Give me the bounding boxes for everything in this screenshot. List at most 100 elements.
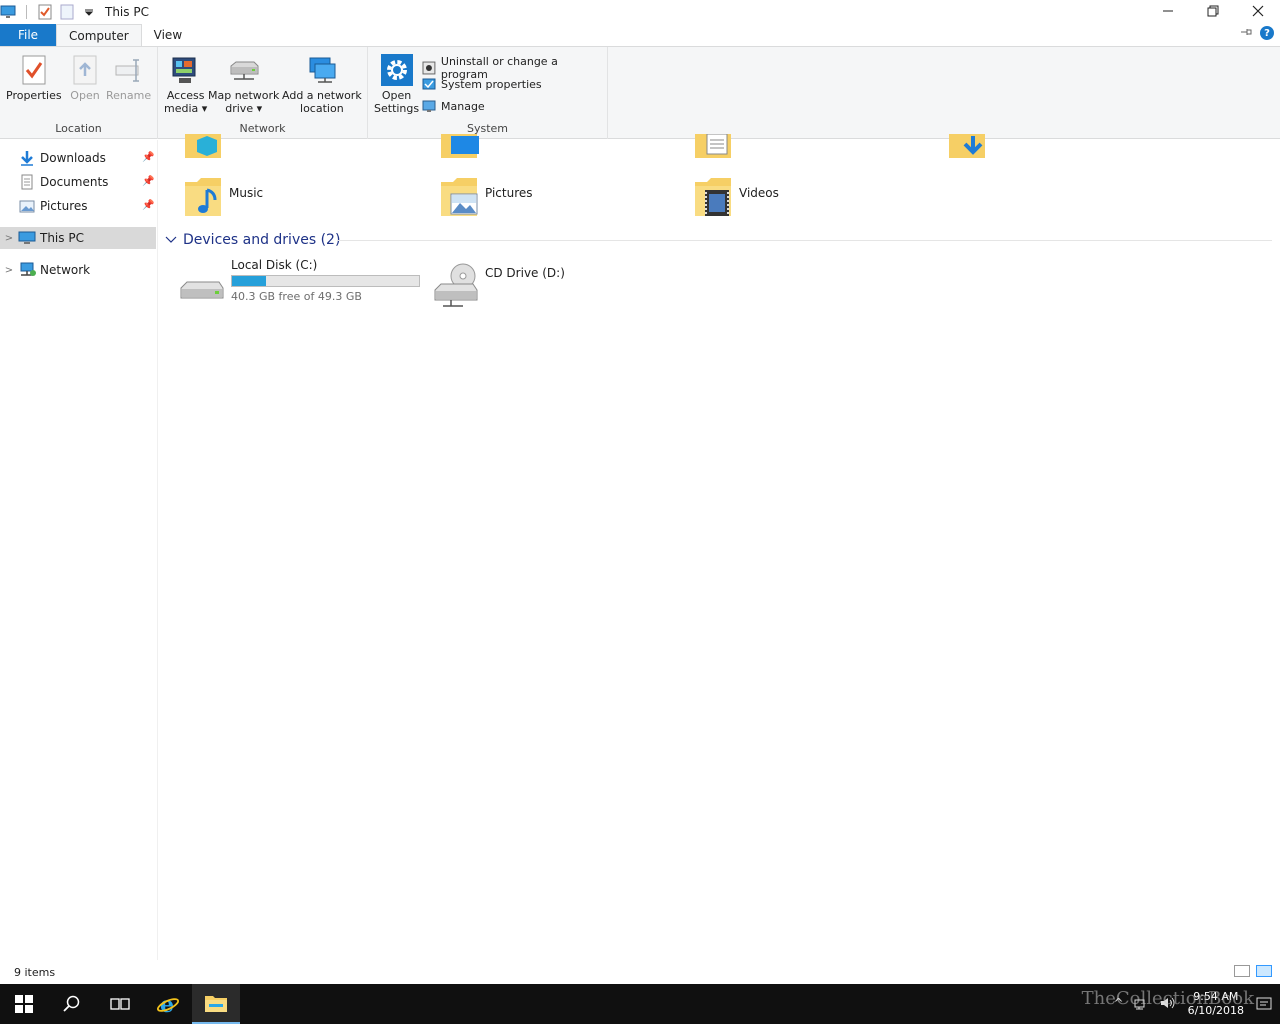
ribbon-options: ? bbox=[1240, 26, 1274, 40]
minimize-icon bbox=[1162, 10, 1173, 12]
quick-access-toolbar bbox=[0, 4, 97, 20]
new-folder-small-icon[interactable] bbox=[59, 4, 75, 20]
tab-computer[interactable]: Computer bbox=[56, 24, 142, 46]
rename-icon bbox=[112, 53, 146, 87]
folder-documents-icon bbox=[695, 134, 731, 158]
item-count: 9 items bbox=[14, 965, 56, 979]
folder-tile-documents[interactable] bbox=[693, 134, 943, 164]
add-network-location-button[interactable]: Add a network location bbox=[282, 53, 362, 115]
properties-icon bbox=[17, 53, 51, 87]
customize-toolbar-chevron-icon[interactable] bbox=[81, 4, 97, 20]
network-icon bbox=[18, 262, 36, 278]
minimize-button[interactable] bbox=[1145, 0, 1190, 22]
system-tray: ^ 9:54 AM 6/10/2018 bbox=[1114, 984, 1280, 1024]
folder-pictures-icon bbox=[439, 176, 479, 220]
internet-explorer-button[interactable]: e bbox=[144, 984, 192, 1024]
nav-item-downloads[interactable]: Downloads 📌 bbox=[0, 147, 156, 169]
group-label-location: Location bbox=[55, 122, 102, 135]
ribbon-tabs: File Computer View ? bbox=[0, 24, 1280, 46]
properties-small-icon[interactable] bbox=[37, 4, 53, 20]
ribbon-group-location: Properties Open Rename Location bbox=[0, 47, 158, 139]
window-controls bbox=[1145, 0, 1280, 24]
restore-button[interactable] bbox=[1190, 0, 1235, 22]
toolbar-divider bbox=[26, 5, 27, 19]
drive-tile-local-disk-c[interactable]: Local Disk (C:) 40.3 GB free of 49.3 GB bbox=[179, 258, 420, 306]
chevron-down-icon bbox=[165, 236, 177, 243]
folder-tile-desktop[interactable] bbox=[439, 134, 689, 164]
pin-icon[interactable]: 📌 bbox=[142, 152, 154, 164]
title-bar: This PC bbox=[0, 0, 1280, 24]
devices-section-header[interactable]: Devices and drives (2) bbox=[165, 232, 340, 248]
view-toggles bbox=[1234, 965, 1272, 977]
volume-icon[interactable] bbox=[1160, 996, 1176, 1013]
drive-tile-cd-drive-d[interactable]: CD Drive (D:) bbox=[433, 260, 565, 308]
pin-icon[interactable]: 📌 bbox=[142, 200, 154, 212]
ribbon: Properties Open Rename Location Access m… bbox=[0, 46, 1280, 139]
tab-view[interactable]: View bbox=[142, 24, 194, 46]
pictures-icon bbox=[18, 198, 36, 214]
ribbon-group-network: Access media ▾ Map network drive ▾ Add a… bbox=[158, 47, 368, 139]
folder-desktop-icon bbox=[441, 134, 479, 158]
pin-ribbon-icon[interactable] bbox=[1240, 26, 1252, 40]
search-button[interactable] bbox=[48, 984, 96, 1024]
explorer-window: This PC File Computer View ? Properties … bbox=[0, 0, 1280, 1024]
details-view-button[interactable] bbox=[1234, 965, 1250, 977]
folder-tile-3d-objects[interactable] bbox=[183, 134, 433, 164]
status-bar: 9 items bbox=[0, 960, 1280, 984]
chevron-right-icon[interactable]: > bbox=[0, 233, 18, 244]
navigation-pane: Downloads 📌 Documents 📌 Pictures 📌 > Thi… bbox=[0, 140, 158, 960]
disk-usage-fill bbox=[232, 276, 266, 286]
folder-3d-objects-icon bbox=[185, 134, 221, 158]
system-properties-button[interactable]: System properties bbox=[422, 77, 542, 91]
manage-button[interactable]: Manage bbox=[422, 99, 485, 113]
file-explorer-taskbar-button[interactable] bbox=[192, 984, 240, 1024]
cd-drive-icon bbox=[434, 263, 478, 307]
start-button[interactable] bbox=[0, 984, 48, 1024]
content-pane: Music Pictures Videos Devices and drives… bbox=[159, 134, 1280, 960]
task-view-button[interactable] bbox=[96, 984, 144, 1024]
open-icon bbox=[68, 53, 102, 87]
internet-explorer-icon: e bbox=[156, 992, 180, 1016]
nav-item-documents[interactable]: Documents 📌 bbox=[0, 171, 156, 193]
folder-tile-downloads[interactable] bbox=[947, 134, 1197, 164]
uninstall-icon bbox=[422, 61, 436, 75]
this-pc-icon[interactable] bbox=[0, 4, 16, 20]
notifications-icon[interactable] bbox=[1256, 996, 1272, 1015]
ribbon-group-system: Open Settings Uninstall or change a prog… bbox=[368, 47, 608, 139]
show-hidden-icons-chevron-icon[interactable]: ^ bbox=[1114, 996, 1124, 1013]
folder-tile-videos[interactable]: Videos bbox=[693, 176, 943, 224]
restore-icon bbox=[1207, 5, 1218, 17]
file-explorer-icon bbox=[205, 996, 227, 1012]
network-drive-icon bbox=[227, 53, 261, 87]
map-network-drive-button[interactable]: Map network drive ▾ bbox=[208, 53, 279, 115]
nav-item-pictures[interactable]: Pictures 📌 bbox=[0, 195, 156, 217]
chevron-right-icon[interactable]: > bbox=[0, 265, 18, 276]
nav-item-this-pc[interactable]: > This PC bbox=[0, 227, 156, 249]
disk-usage-bar bbox=[231, 275, 420, 287]
open-settings-button[interactable]: Open Settings bbox=[374, 53, 419, 115]
search-icon bbox=[63, 995, 80, 1012]
open-button[interactable]: Open bbox=[68, 53, 102, 102]
properties-button[interactable]: Properties bbox=[6, 53, 62, 102]
access-media-icon bbox=[169, 53, 203, 87]
windows-logo-icon bbox=[15, 995, 33, 1013]
folder-music-icon bbox=[183, 176, 223, 220]
nav-item-network[interactable]: > Network bbox=[0, 259, 156, 281]
tab-file[interactable]: File bbox=[0, 24, 56, 46]
taskbar-clock[interactable]: 9:54 AM 6/10/2018 bbox=[1188, 990, 1244, 1018]
network-status-icon[interactable] bbox=[1134, 996, 1150, 1013]
settings-gear-icon bbox=[380, 53, 414, 87]
taskbar: e ^ 9:54 AM 6/10/2018 TheCollectionBook bbox=[0, 984, 1280, 1024]
help-icon[interactable]: ? bbox=[1260, 26, 1274, 40]
hard-drive-icon bbox=[180, 281, 224, 299]
manage-icon bbox=[422, 100, 436, 112]
rename-button[interactable]: Rename bbox=[106, 53, 151, 102]
folder-tile-music[interactable]: Music bbox=[183, 176, 433, 224]
pin-icon[interactable]: 📌 bbox=[142, 176, 154, 188]
task-view-icon bbox=[110, 998, 130, 1010]
large-icons-view-button[interactable] bbox=[1256, 965, 1272, 977]
close-button[interactable] bbox=[1235, 0, 1280, 22]
system-properties-icon bbox=[422, 78, 436, 90]
folder-tile-pictures[interactable]: Pictures bbox=[439, 176, 689, 224]
access-media-button[interactable]: Access media ▾ bbox=[164, 53, 207, 115]
